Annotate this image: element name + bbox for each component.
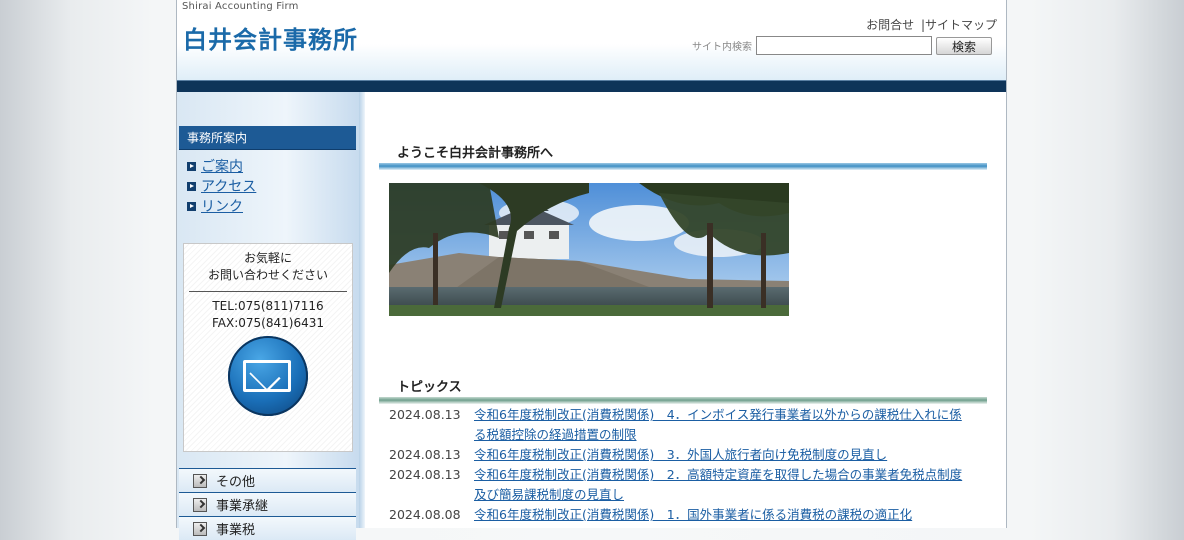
mail-button[interactable] xyxy=(228,336,308,416)
contact-message-line1: お気軽に xyxy=(243,251,292,265)
header-links: お問合せ |サイトマップ xyxy=(866,16,997,33)
sidebar-link-links[interactable]: リンク xyxy=(187,196,256,216)
arrow-right-icon xyxy=(187,161,196,171)
contact-message-line2: お問い合わせください xyxy=(207,268,328,282)
contact-link[interactable]: お問合せ xyxy=(866,18,914,32)
topic-link[interactable]: 令和6年度税制改正(消費税関係) 1．国外事業者に係る消費税の課税の適正化 xyxy=(474,505,969,525)
arrow-right-icon xyxy=(187,181,196,191)
chevron-right-icon xyxy=(193,521,207,536)
sidebar-menu-label: 事業税 xyxy=(216,523,256,538)
search-label: サイト内検索 xyxy=(692,42,752,53)
chevron-right-icon xyxy=(193,473,207,488)
sidebar-heading: 事務所案内 xyxy=(179,126,356,150)
sidebar-menu-business-tax[interactable]: 事業税 xyxy=(179,516,356,540)
topic-item: 2024.08.13 令和6年度税制改正(消費税関係) 2．高額特定資産を取得し… xyxy=(389,465,979,505)
site-logo-title[interactable]: 白井会計事務所 xyxy=(183,20,358,55)
topic-date: 2024.08.13 xyxy=(389,447,461,462)
contact-message: お気軽に お問い合わせください xyxy=(184,250,352,284)
topics-list: 2024.08.13 令和6年度税制改正(消費税関係) 4．インボイス発行事業者… xyxy=(389,405,979,525)
sidebar-menu: その他 事業承継 事業税 xyxy=(179,468,356,540)
arrow-right-icon xyxy=(187,201,196,211)
contact-divider xyxy=(189,291,347,292)
sidebar-link-label: リンク xyxy=(201,199,243,215)
sidebar-menu-label: 事業承継 xyxy=(216,499,269,514)
sitemap-link[interactable]: サイトマップ xyxy=(925,18,997,32)
site-header: Shirai Accounting Firm 白井会計事務所 お問合せ |サイト… xyxy=(177,0,1006,80)
contact-fax: FAX:075(841)6431 xyxy=(212,316,324,330)
topic-item: 2024.08.13 令和6年度税制改正(消費税関係) 4．インボイス発行事業者… xyxy=(389,405,979,445)
sidebar-menu-other[interactable]: その他 xyxy=(179,468,356,492)
topic-link[interactable]: 令和6年度税制改正(消費税関係) 4．インボイス発行事業者以外からの課税仕入れに… xyxy=(474,405,969,445)
sidebar-menu-label: その他 xyxy=(216,475,256,490)
topic-link[interactable]: 令和6年度税制改正(消費税関係) 2．高額特定資産を取得した場合の事業者免税点制… xyxy=(474,465,969,505)
header-nav-bar xyxy=(177,80,1006,92)
topic-date: 2024.08.13 xyxy=(389,467,461,482)
castle-photo xyxy=(389,183,789,316)
contact-tel: TEL:075(811)7116 xyxy=(212,299,324,313)
search-input[interactable] xyxy=(756,36,932,55)
sidebar-links: ご案内 アクセス リンク xyxy=(187,156,256,216)
topic-date: 2024.08.13 xyxy=(389,407,461,422)
chevron-right-icon xyxy=(193,497,207,512)
search-button[interactable]: 検索 xyxy=(936,36,992,55)
firm-name-english: Shirai Accounting Firm xyxy=(182,1,299,12)
topic-date: 2024.08.08 xyxy=(389,507,461,522)
sidebar-link-access[interactable]: アクセス xyxy=(187,176,256,196)
contact-box: お気軽に お問い合わせください TEL:075(811)7116 FAX:075… xyxy=(183,243,353,452)
topic-item: 2024.08.08 令和6年度税制改正(消費税関係) 1．国外事業者に係る消費… xyxy=(389,505,979,525)
site-search: サイト内検索 検索 xyxy=(692,36,992,55)
page-container: Shirai Accounting Firm 白井会計事務所 お問合せ |サイト… xyxy=(176,0,1007,540)
sidebar-link-label: アクセス xyxy=(201,179,257,195)
envelope-icon xyxy=(243,360,291,392)
sidebar-menu-succession[interactable]: 事業承継 xyxy=(179,492,356,516)
topics-heading: トピックス xyxy=(379,376,987,404)
sidebar-link-label: ご案内 xyxy=(201,159,243,175)
topic-link[interactable]: 令和6年度税制改正(消費税関係) 3．外国人旅行者向け免税制度の見直し xyxy=(474,445,969,465)
topic-item: 2024.08.13 令和6年度税制改正(消費税関係) 3．外国人旅行者向け免税… xyxy=(389,445,979,465)
main-content: ようこそ白井会計事務所へ トピックス 2024.08.13 令和6年度税制改正(… xyxy=(379,92,987,528)
sidebar-link-guide[interactable]: ご案内 xyxy=(187,156,256,176)
sidebar: 事務所案内 ご案内 アクセス リンク お気軽に お問い合わせください TEL:0… xyxy=(177,92,365,540)
welcome-heading: ようこそ白井会計事務所へ xyxy=(379,142,987,170)
castle-photo-image xyxy=(389,183,789,316)
